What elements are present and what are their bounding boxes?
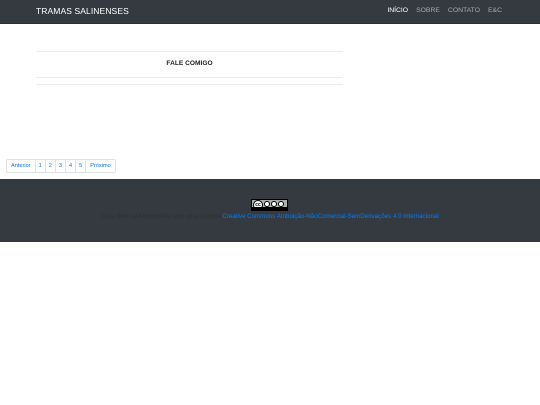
site-footer: cc Esta obra está licenciada com uma Lic… [0,179,540,242]
post-title-link[interactable]: FALE COMIGO [36,60,343,67]
license-link[interactable]: Creative Commons Atribuição-NãoComercial… [222,213,438,220]
site-brand[interactable]: TRAMAS SALINENSES [36,6,129,16]
pagination-page[interactable]: 1 [34,160,45,172]
nav-link-ec[interactable]: E&C [488,7,502,14]
main-nav: INÍCIO SOBRE CONTATO E&C [387,7,502,14]
pagination: Anterior 1 2 3 4 5 Próximo [6,159,116,173]
license-notice: Esta obra está licenciada com uma Licenç… [0,213,540,220]
divider [36,77,343,78]
pagination-page[interactable]: 3 [54,160,65,172]
pagination-page[interactable]: 5 [75,160,85,172]
pagination-page[interactable]: 2 [44,160,55,172]
creative-commons-badge-icon[interactable]: cc [251,199,288,211]
top-navbar: TRAMAS SALINENSES INÍCIO SOBRE CONTATO E… [0,0,540,24]
divider [36,84,343,85]
pagination-next[interactable]: Próximo [85,160,115,172]
pagination-prev[interactable]: Anterior [7,160,35,172]
nav-link-inicio[interactable]: INÍCIO [387,7,408,14]
nav-link-sobre[interactable]: SOBRE [416,7,440,14]
pagination-page[interactable]: 4 [64,160,75,172]
license-text: Esta obra está licenciada com uma Licenç… [101,213,221,220]
divider [36,51,343,52]
badge-strip [252,207,287,210]
nav-link-contato[interactable]: CONTATO [448,7,480,14]
